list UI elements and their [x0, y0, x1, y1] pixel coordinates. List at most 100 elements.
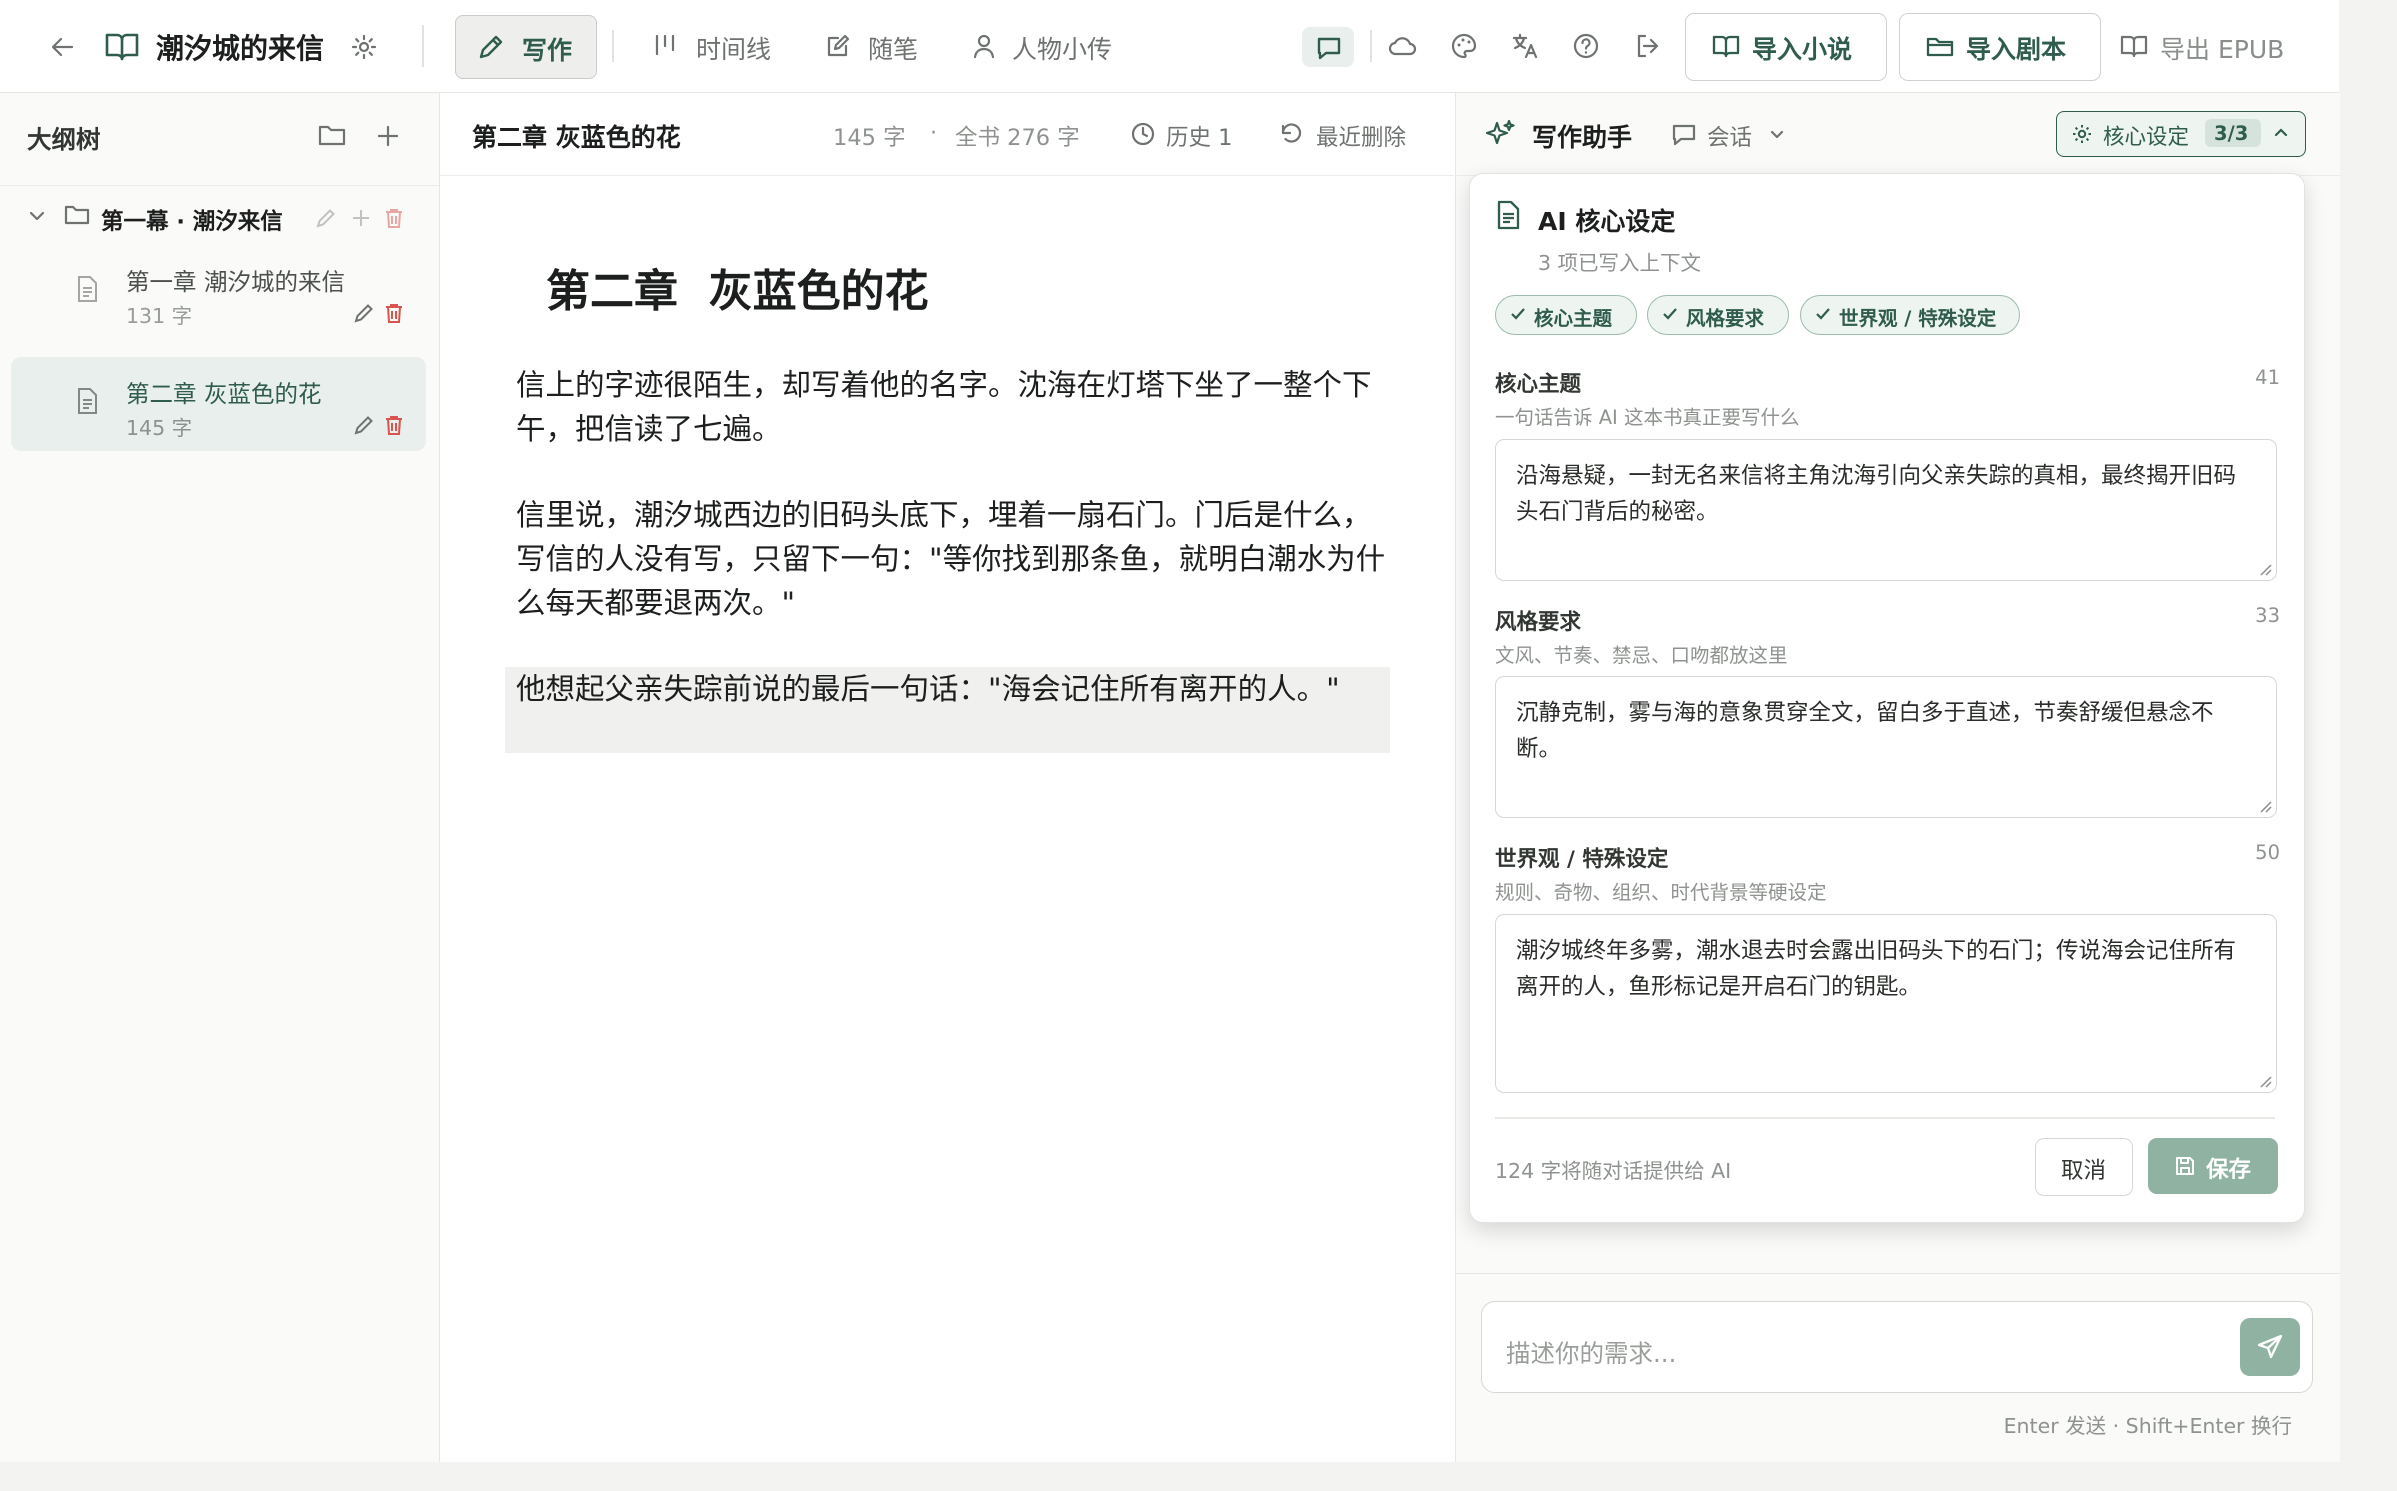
cancel-button[interactable]: 取消 — [2035, 1138, 2133, 1196]
history-button[interactable]: 历史 1 — [1130, 115, 1250, 155]
resize-handle[interactable] — [2258, 799, 2272, 813]
pen-icon[interactable] — [353, 302, 375, 324]
app-window: 潮汐城的来信 写作 时间线 随笔 人物小传 导入小说 导入剧本 导出 EPUB … — [0, 0, 2340, 1462]
logout-icon[interactable] — [1634, 32, 1662, 60]
core-theme-textarea[interactable]: 沿海悬疑，一封无名来信将主角沈海引向父亲失踪的真相，最终揭开旧码头石门背后的秘密… — [1495, 439, 2277, 581]
gear-icon[interactable] — [350, 33, 378, 61]
send-button[interactable] — [2240, 1318, 2300, 1376]
import-script-button[interactable]: 导入剧本 — [1899, 13, 2101, 81]
palette-icon[interactable] — [1450, 32, 1478, 60]
field-label-worldview: 世界观 / 特殊设定 — [1495, 847, 1669, 872]
chevron-down-icon[interactable] — [28, 209, 46, 223]
core-settings-toggle[interactable]: 核心设定 3/3 — [2056, 111, 2306, 157]
check-icon — [1815, 306, 1831, 322]
act-title: 第一幕 · 潮汐来信 — [101, 209, 283, 235]
chevron-up-icon — [2273, 126, 2289, 138]
chapter-item-1[interactable]: 第一章 潮汐城的来信 131 字 — [60, 255, 430, 335]
import-novel-button[interactable]: 导入小说 — [1685, 13, 1887, 81]
notes-icon — [824, 32, 852, 60]
chat-icon — [1671, 123, 1697, 147]
person-icon — [970, 32, 998, 60]
book-icon — [104, 30, 140, 62]
field-count: 41 — [2255, 366, 2280, 389]
back-arrow-icon[interactable] — [48, 32, 78, 62]
sidebar-title: 大纲树 — [27, 125, 101, 154]
check-icon — [1662, 306, 1678, 322]
chapter-heading[interactable]: 第二章 灰蓝色的花 — [546, 255, 929, 319]
recent-deleted-button[interactable]: 最近删除 — [1278, 115, 1428, 155]
chapter-title: 第二章 灰蓝色的花 — [126, 380, 322, 408]
chip-worldview[interactable]: 世界观 / 特殊设定 — [1800, 295, 2020, 335]
chat-toggle[interactable] — [1302, 27, 1354, 67]
core-settings-popup: AI 核心设定 3 项已写入上下文 核心主题 风格要求 世界观 / 特殊设定 核… — [1469, 173, 2305, 1223]
book-icon — [1712, 34, 1740, 58]
popup-subtitle: 3 项已写入上下文 — [1538, 251, 1702, 275]
pen-icon[interactable] — [353, 414, 375, 436]
field-count: 33 — [2255, 604, 2280, 627]
tab-notes[interactable]: 随笔 — [822, 28, 932, 66]
editor-header: 第二章 灰蓝色的花 145 字 · 全书 276 字 历史 1 最近删除 — [440, 93, 1454, 176]
timeline-icon — [652, 32, 678, 60]
folder-icon[interactable] — [318, 123, 346, 147]
trash-icon[interactable] — [383, 414, 405, 436]
separator-dot: · — [930, 120, 938, 146]
cloud-icon[interactable] — [1388, 33, 1418, 59]
paragraph[interactable]: 信上的字迹很陌生，却写着他的名字。沈海在灯塔下坐了一整个下午，把信读了七遍。 — [516, 363, 1396, 451]
session-dropdown[interactable]: 会话 — [1671, 115, 1791, 155]
outline-sidebar: 大纲树 第一幕 · 潮汐来信 第一章 潮汐城的来信 131 字 第二章 灰蓝色的… — [0, 93, 440, 1462]
history-icon — [1130, 121, 1156, 147]
tab-write[interactable]: 写作 — [455, 15, 597, 79]
chapter-count: 145 字 — [126, 416, 193, 440]
book-count: 全书 276 字 — [955, 125, 1080, 151]
paragraph[interactable]: 信里说，潮汐城西边的旧码头底下，埋着一扇石门。门后是什么，写信的人没有写，只留下… — [516, 493, 1396, 625]
resize-handle[interactable] — [2258, 1074, 2272, 1088]
chat-icon — [1315, 34, 1343, 62]
export-epub-button[interactable]: 导出 EPUB — [2116, 22, 2302, 70]
help-icon[interactable] — [1572, 32, 1600, 60]
file-icon — [75, 275, 99, 303]
chip-core-theme[interactable]: 核心主题 — [1495, 295, 1637, 335]
chapter-title: 第一章 潮汐城的来信 — [126, 268, 345, 296]
outline-act[interactable]: 第一幕 · 潮汐来信 — [20, 195, 420, 239]
assistant-title: 写作助手 — [1532, 123, 1633, 152]
field-hint: 文风、节奏、禁忌、口吻都放这里 — [1495, 644, 1788, 667]
chapter-item-2[interactable]: 第二章 灰蓝色的花 145 字 — [11, 357, 426, 451]
resize-handle[interactable] — [2258, 562, 2272, 576]
field-label-core-theme: 核心主题 — [1495, 372, 1582, 397]
chapter-name: 第二章 灰蓝色的花 — [472, 123, 681, 152]
field-label-style: 风格要求 — [1495, 610, 1582, 635]
save-button[interactable]: 保存 — [2148, 1138, 2278, 1194]
worldview-textarea[interactable]: 潮汐城终年多雾，潮水退去时会露出旧码头下的石门；传说海会记住所有离开的人，鱼形标… — [1495, 914, 2277, 1093]
sparkle-icon — [1486, 119, 1516, 149]
plus-icon[interactable] — [350, 207, 372, 229]
chat-input[interactable]: 描述你的需求... — [1481, 1301, 2313, 1393]
tab-characters[interactable]: 人物小传 — [968, 28, 1128, 66]
field-count: 50 — [2255, 841, 2280, 864]
trash-icon[interactable] — [383, 207, 405, 229]
chip-style[interactable]: 风格要求 — [1647, 295, 1789, 335]
core-settings-badge: 3/3 — [2205, 119, 2261, 147]
paragraph[interactable]: 他想起父亲失踪前说的最后一句话："海会记住所有离开的人。" — [516, 667, 1356, 711]
pen-icon — [476, 32, 506, 62]
book-icon — [2120, 34, 2148, 58]
check-icon — [1510, 306, 1526, 322]
input-hint: Enter 发送 · Shift+Enter 换行 — [2003, 1414, 2292, 1438]
word-count: 145 字 — [833, 125, 906, 151]
translate-icon[interactable] — [1510, 31, 1540, 61]
trash-icon[interactable] — [383, 302, 405, 324]
book-title: 潮汐城的来信 — [156, 32, 325, 65]
plus-icon[interactable] — [375, 123, 401, 149]
assistant-header: 写作助手 会话 核心设定 3/3 — [1456, 93, 2340, 176]
chapter-count: 131 字 — [126, 304, 193, 328]
chevron-down-icon — [1769, 129, 1785, 141]
pen-icon[interactable] — [315, 207, 337, 229]
file-icon — [75, 387, 99, 415]
save-icon — [2174, 1155, 2196, 1177]
style-textarea[interactable]: 沉静克制，雾与海的意象贯穿全文，留白多于直述，节奏舒缓但悬念不断。 — [1495, 676, 2277, 818]
field-hint: 一句话告诉 AI 这本书真正要写什么 — [1495, 406, 1800, 429]
undo-icon — [1278, 121, 1304, 147]
folder-icon — [1926, 34, 1954, 58]
tab-timeline[interactable]: 时间线 — [650, 28, 780, 66]
chat-input-placeholder: 描述你的需求... — [1506, 1339, 1677, 1368]
field-hint: 规则、奇物、组织、时代背景等硬设定 — [1495, 881, 1827, 904]
